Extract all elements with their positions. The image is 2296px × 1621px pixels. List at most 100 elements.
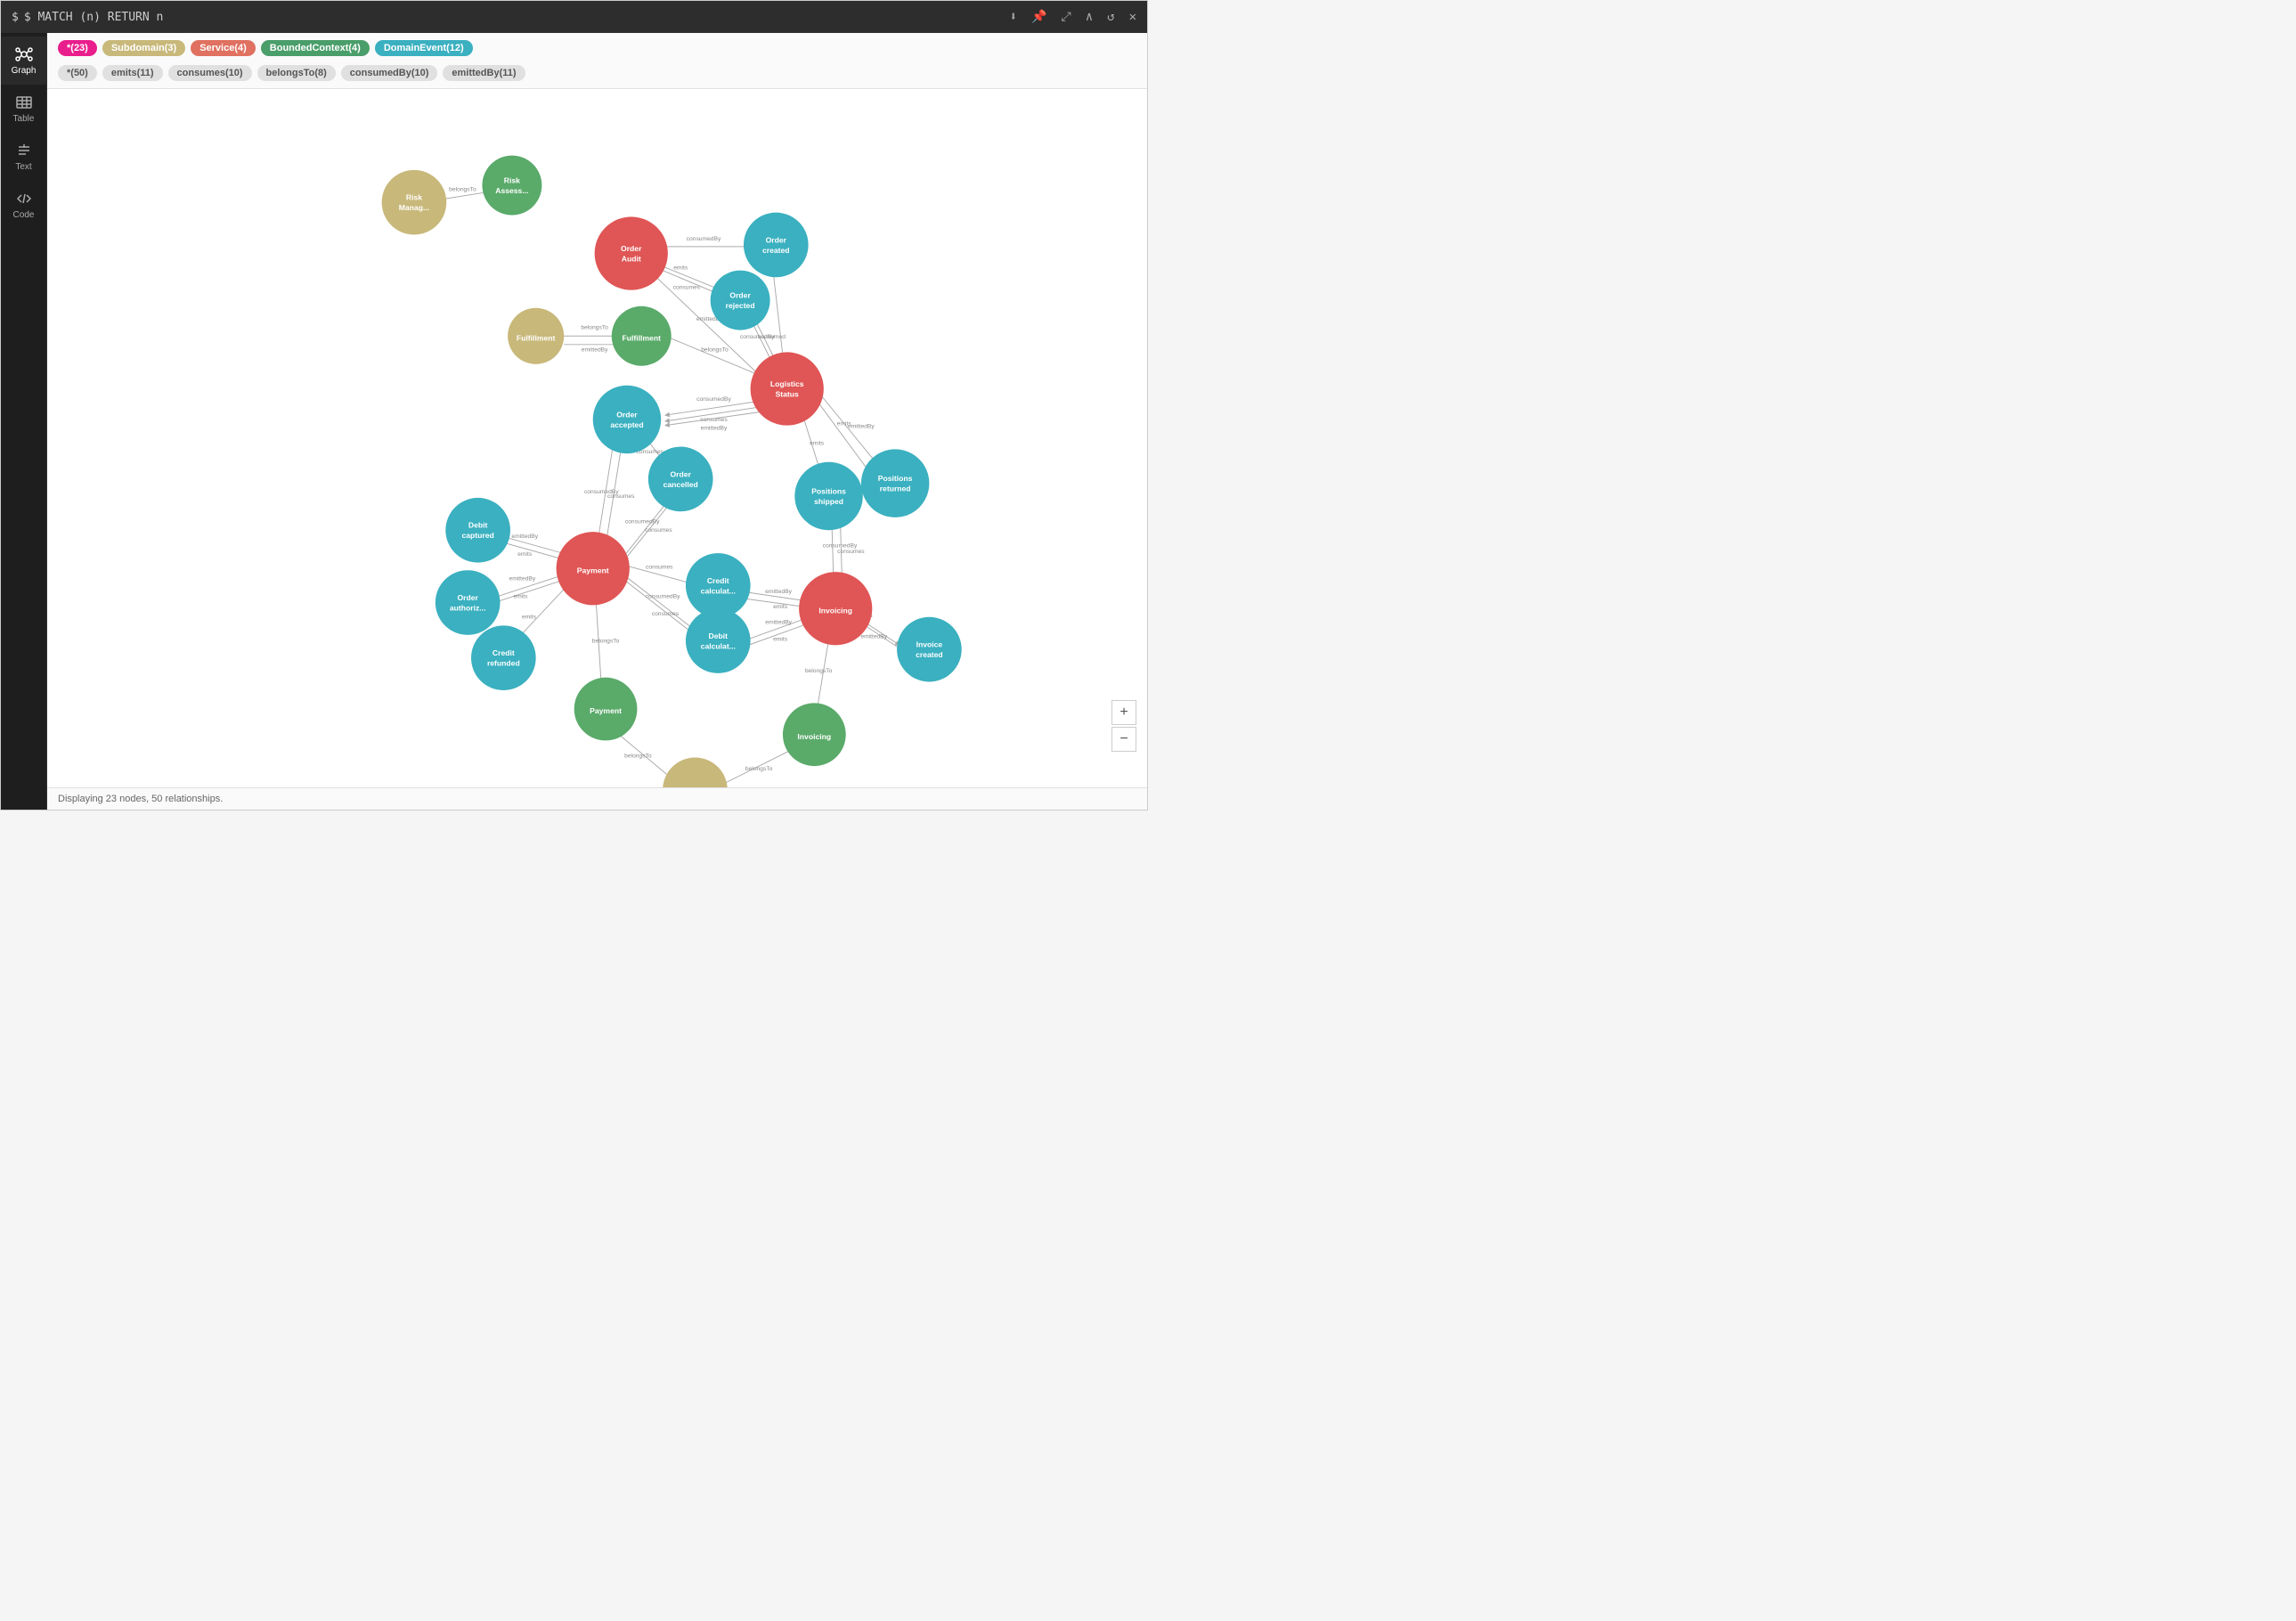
download-icon[interactable]: ⬇ [1010,10,1017,24]
node-logistics-status[interactable] [751,352,824,425]
svg-text:belongsTo: belongsTo [745,766,773,772]
svg-text:emittedBy: emittedBy [848,424,875,430]
svg-text:Order: Order [621,244,642,253]
filter-all-nodes[interactable]: *(23) [58,40,97,56]
filter-emits[interactable]: emits(11) [102,65,163,81]
svg-text:belongsTo: belongsTo [581,325,608,331]
svg-text:consumes: consumes [837,549,865,555]
svg-text:emits: emits [522,615,537,621]
svg-text:Status: Status [776,390,799,399]
filter-belongs-to[interactable]: belongsTo(8) [257,65,336,81]
sidebar-item-text[interactable]: Text [1,133,46,181]
node-positions-shipped[interactable] [794,462,862,530]
status-bar: Displaying 23 nodes, 50 relationships. [47,787,1147,810]
svg-text:Order: Order [729,291,751,300]
svg-text:captured: captured [461,531,493,540]
node-positions-returned[interactable] [861,449,929,517]
svg-text:Positions: Positions [811,486,846,495]
node-debit-calculat[interactable] [686,608,751,673]
svg-text:Debit: Debit [468,521,488,530]
zoom-controls: + − [1111,700,1136,752]
node-risk-manag[interactable] [382,170,447,235]
title-bar-right: ⬇ 📌 ⤢ ∧ ↺ ✕ [1010,10,1136,24]
svg-text:consumedBy: consumedBy [646,594,680,600]
svg-text:calculat...: calculat... [701,642,736,651]
node-order-rejected[interactable] [711,271,770,330]
text-label: Text [15,162,31,172]
svg-text:consumedBy: consumedBy [687,236,721,242]
svg-text:consumes: consumes [673,285,701,291]
filter-emitted-by[interactable]: emittedBy(11) [443,65,525,81]
zoom-in-button[interactable]: + [1111,700,1136,725]
svg-text:Order: Order [616,410,638,419]
svg-text:emittedBy: emittedBy [765,589,792,595]
query-text: $ MATCH (n) RETURN n [24,11,164,24]
filter-domain-event[interactable]: DomainEvent(12) [375,40,473,56]
svg-text:emits: emits [810,441,825,447]
node-credit-refunded[interactable] [471,625,536,690]
chevron-up-icon[interactable]: ∧ [1086,10,1093,24]
svg-text:emits: emits [673,265,688,272]
close-icon[interactable]: ✕ [1129,10,1136,24]
node-order-cancelled[interactable] [648,447,713,512]
svg-text:emittedBy: emittedBy [701,425,728,431]
svg-text:Invoicing: Invoicing [797,732,831,741]
svg-text:belongsTo: belongsTo [701,346,729,353]
svg-text:Credit: Credit [707,576,729,585]
sidebar-item-table[interactable]: Table [1,85,46,133]
svg-text:consumedBy: consumedBy [696,396,731,403]
svg-text:Order: Order [670,469,691,478]
filter-all-rels[interactable]: *(50) [58,65,97,81]
svg-text:created: created [762,246,790,255]
filter-row-2: *(50) emits(11) consumes(10) belongsTo(8… [58,65,1136,81]
svg-text:consumes: consumes [646,564,673,570]
svg-text:cancelled: cancelled [664,480,698,489]
node-order-accepted[interactable] [593,386,661,453]
node-risk-assess[interactable] [482,156,541,216]
svg-text:consumed: consumed [758,334,786,340]
filter-service[interactable]: Service(4) [191,40,256,56]
svg-text:Payment: Payment [577,566,609,574]
svg-text:consumes: consumes [645,527,672,534]
filter-row-1: *(23) Subdomain(3) Service(4) BoundedCon… [58,40,1136,56]
dollar-icon: $ [12,11,19,24]
filter-consumes[interactable]: consumes(10) [168,65,252,81]
filter-subdomain[interactable]: Subdomain(3) [102,40,185,56]
app-container: $ $ MATCH (n) RETURN n ⬇ 📌 ⤢ ∧ ↺ ✕ [0,0,1148,810]
svg-text:belongsTo: belongsTo [624,753,652,760]
refresh-icon[interactable]: ↺ [1107,10,1114,24]
svg-text:emits: emits [773,637,788,643]
svg-text:rejected: rejected [726,301,755,310]
title-bar: $ $ MATCH (n) RETURN n ⬇ 📌 ⤢ ∧ ↺ ✕ [1,1,1147,33]
svg-text:accepted: accepted [610,420,643,429]
svg-text:emittedBy: emittedBy [582,346,608,353]
filter-bounded-context[interactable]: BoundedContext(4) [261,40,370,56]
svg-text:emittedBy: emittedBy [765,619,792,625]
node-order-authoriz[interactable] [436,570,501,635]
svg-text:emits: emits [513,594,528,600]
node-payment-tan[interactable] [663,758,728,787]
title-bar-left: $ $ MATCH (n) RETURN n [12,11,163,24]
pin-icon[interactable]: 📌 [1031,10,1046,24]
node-credit-calculat[interactable] [686,553,751,618]
expand-icon[interactable]: ⤢ [1061,10,1071,24]
svg-text:Order: Order [766,235,787,244]
node-invoice-created[interactable] [897,617,962,682]
sidebar-item-graph[interactable]: Graph [1,37,46,85]
svg-text:Logistics: Logistics [770,379,804,388]
sidebar-item-code[interactable]: Code [1,181,46,229]
sidebar: Graph Table Text [1,33,47,810]
svg-text:Fulfillment: Fulfillment [517,333,556,342]
node-order-audit[interactable] [595,216,668,289]
node-order-created[interactable] [744,213,809,278]
svg-text:Payment: Payment [590,706,622,715]
graph-area[interactable]: belongsTo consumedBy emits consumes emit… [47,89,1147,787]
filter-consumed-by[interactable]: consumedBy(10) [341,65,438,81]
zoom-out-button[interactable]: − [1111,727,1136,752]
node-debit-captured[interactable] [445,498,510,563]
svg-text:emittedBy: emittedBy [509,576,535,582]
svg-text:emits: emits [517,551,533,558]
svg-text:returned: returned [880,485,911,493]
svg-text:Order: Order [457,593,478,602]
svg-text:authoriz...: authoriz... [450,603,486,612]
